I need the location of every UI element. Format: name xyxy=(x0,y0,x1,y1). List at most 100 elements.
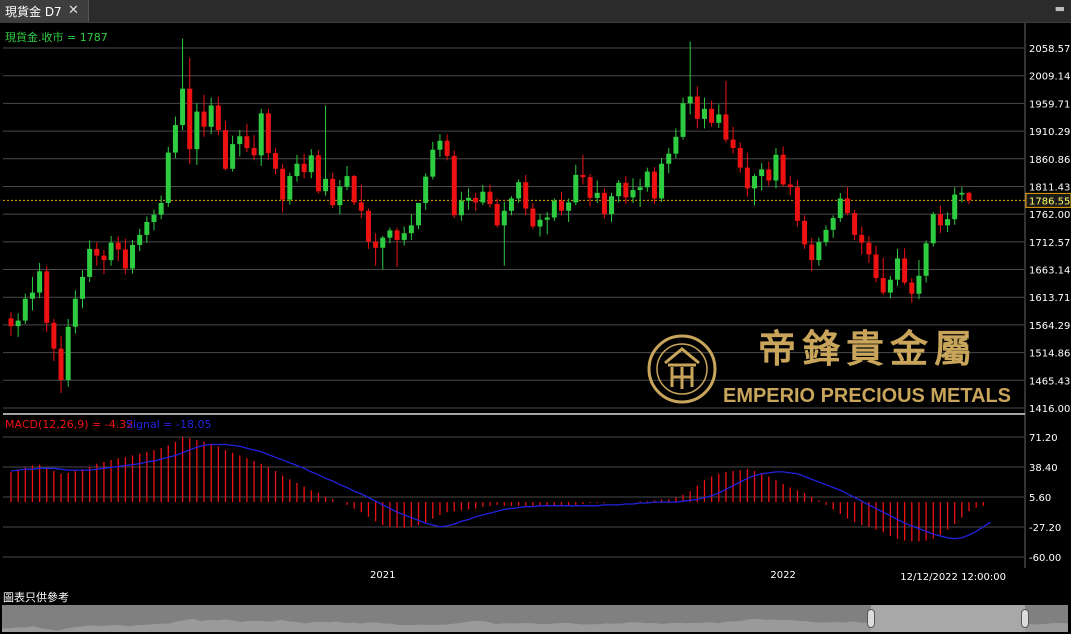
candle-body xyxy=(787,184,793,188)
navigator-scrollbar[interactable] xyxy=(2,605,1068,632)
candle-body xyxy=(873,254,879,279)
candle-body xyxy=(430,149,436,177)
candle-body xyxy=(144,221,150,235)
candle-body xyxy=(916,275,922,294)
macd-tick-label: 5.60 xyxy=(1029,493,1051,504)
candle-body xyxy=(137,234,143,245)
candle-body xyxy=(852,213,858,235)
candle-body xyxy=(494,204,500,226)
candle-body xyxy=(351,176,357,203)
candle-body xyxy=(744,167,750,189)
price-tick-label: 1663.14 xyxy=(1029,266,1070,277)
candle-body xyxy=(501,210,507,226)
candle-body xyxy=(623,182,629,198)
price-tick-label: 2009.14 xyxy=(1029,72,1070,83)
candle-body xyxy=(115,242,121,250)
candle-body xyxy=(923,243,929,276)
candle-body xyxy=(830,218,836,230)
price-tick-label: 1910.29 xyxy=(1029,127,1070,138)
candle-body xyxy=(644,171,650,188)
candle-body xyxy=(208,105,214,127)
price-tick-label: 1860.86 xyxy=(1029,155,1070,166)
menu-icon[interactable]: ▬ xyxy=(1055,2,1065,15)
candle-body xyxy=(659,163,665,199)
signal-legend: Signal = -18.05 xyxy=(126,418,211,431)
candle-body xyxy=(466,197,472,201)
candle-body xyxy=(358,202,364,211)
candle-body xyxy=(337,186,343,206)
candle-body xyxy=(952,194,958,220)
candle-body xyxy=(194,111,200,150)
candle-body xyxy=(752,176,758,189)
candle-body xyxy=(637,187,643,191)
macd-tick-label: -27.20 xyxy=(1029,523,1061,534)
candle-body xyxy=(273,153,279,169)
candle-body xyxy=(794,187,800,221)
price-tick-label: 1514.86 xyxy=(1029,349,1070,360)
candle-body xyxy=(201,111,207,127)
candle-body xyxy=(130,244,136,269)
macd-legend: MACD(12,26,9) = -4.32 xyxy=(5,418,133,431)
candle-body xyxy=(401,233,407,240)
candle-body xyxy=(29,292,35,299)
candle-body xyxy=(15,320,21,327)
candle-body xyxy=(558,200,564,211)
candle-body xyxy=(230,144,236,169)
candle-body xyxy=(244,136,250,149)
candle-body xyxy=(294,163,300,177)
candle-body xyxy=(65,326,71,380)
navigator-window[interactable] xyxy=(870,605,1026,632)
candle-body xyxy=(387,230,393,238)
candle-body xyxy=(508,198,514,211)
chart-background xyxy=(0,23,1071,588)
macd-tick-label: 71.20 xyxy=(1029,433,1058,444)
candle-body xyxy=(945,219,951,226)
candle-body xyxy=(94,248,100,256)
brand-name-chinese: 帝鋒貴金屬 xyxy=(758,326,978,371)
price-tick-label: 1959.71 xyxy=(1029,99,1070,110)
candle-body xyxy=(802,220,808,245)
footer: 圖表只供參考 xyxy=(0,588,1071,634)
close-icon[interactable]: ✕ xyxy=(68,3,79,18)
candle-body xyxy=(616,182,622,197)
candle-body xyxy=(187,88,193,150)
candle-body xyxy=(22,298,28,321)
candle-body xyxy=(609,196,615,215)
chart-tab[interactable]: 現貨金 D7 ✕ xyxy=(0,0,89,22)
price-tick-label: 1465.43 xyxy=(1029,376,1070,387)
disclaimer-text: 圖表只供參考 xyxy=(3,591,69,604)
x-tick-label: 2021 xyxy=(370,570,395,581)
candle-body xyxy=(701,108,707,119)
candle-body xyxy=(909,282,915,294)
candle-body xyxy=(587,177,593,198)
candle-body xyxy=(630,190,636,198)
date-label: 12/12/2022 12:00:00 xyxy=(900,572,1006,583)
candle-body xyxy=(930,214,936,244)
candle-body xyxy=(373,241,379,248)
candle-body xyxy=(709,108,715,123)
candle-body xyxy=(58,348,64,380)
candle-body xyxy=(151,214,157,222)
candle-body xyxy=(315,155,321,192)
navigator-right-handle[interactable] xyxy=(1021,609,1030,628)
candle-body xyxy=(437,140,443,150)
candle-body xyxy=(79,276,85,299)
x-tick-label: 2022 xyxy=(770,570,795,581)
candle-body xyxy=(716,114,722,123)
candle-body xyxy=(816,242,822,261)
candle-body xyxy=(530,208,536,227)
chart-area[interactable]: 帝鋒貴金屬 EMPERIO PRECIOUS METALS 2058.57 2009… xyxy=(0,23,1071,588)
candle-body xyxy=(172,125,178,153)
last-price-label: 1786.55 xyxy=(1029,196,1070,207)
candle-body xyxy=(523,182,529,209)
candle-body xyxy=(44,271,50,323)
candle-body xyxy=(51,322,57,349)
candle-body xyxy=(8,318,14,327)
candle-body xyxy=(723,114,729,140)
tab-title: 現貨金 D7 xyxy=(5,4,62,19)
candle-body xyxy=(680,103,686,137)
candle-body xyxy=(458,200,464,216)
candle-body xyxy=(580,174,586,178)
candle-body xyxy=(122,249,128,269)
navigator-left-handle[interactable] xyxy=(866,609,875,628)
